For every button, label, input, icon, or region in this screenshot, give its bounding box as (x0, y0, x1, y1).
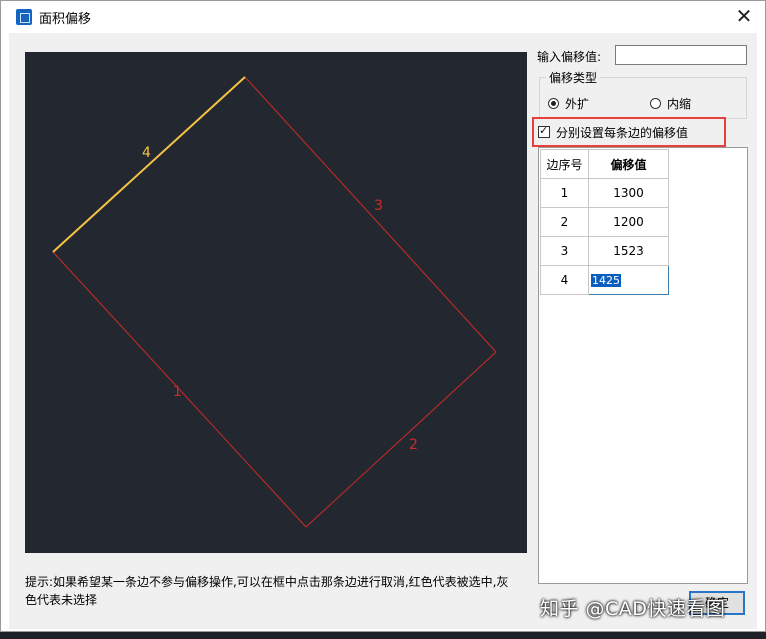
close-icon: ✕ (735, 4, 753, 28)
polygon-preview[interactable]: 1 2 3 4 (25, 52, 527, 553)
edge-label-2: 2 (409, 437, 418, 453)
row-edge-index: 1 (540, 178, 589, 208)
table-row: 4 1425 (540, 265, 669, 295)
radio-expand-label: 外扩 (565, 96, 590, 111)
offset-value-input[interactable] (615, 45, 747, 65)
row-offset-value-editing[interactable]: 1425 (588, 265, 669, 295)
header-edge-index: 边序号 (540, 149, 589, 179)
per-edge-checkbox-label: 分别设置每条边的偏移值 (556, 125, 689, 140)
title-bar: 面积偏移 ✕ (1, 1, 765, 33)
row-edge-index: 3 (540, 236, 589, 266)
edge-label-4: 4 (142, 145, 151, 161)
app-icon (16, 9, 32, 25)
watermark: 知乎 @CAD快速看图 (540, 598, 726, 620)
edge-label-1: 1 (173, 384, 182, 400)
edge-label-3: 3 (374, 198, 383, 214)
close-button[interactable]: ✕ (723, 1, 765, 33)
radio-shrink-indicator (650, 97, 661, 109)
table-row: 3 1523 (540, 236, 669, 266)
edge-3[interactable] (244, 76, 497, 353)
row-edge-index: 4 (540, 265, 589, 295)
radio-expand-indicator (548, 97, 559, 109)
hint-text: 提示:如果希望某一条边不参与偏移操作,可以在框中点击那条边进行取消,红色代表被选… (25, 575, 509, 607)
header-offset-value: 偏移值 (588, 149, 669, 179)
row-offset-value[interactable]: 1523 (588, 236, 669, 266)
per-edge-checkbox[interactable]: 分别设置每条边的偏移值 (532, 117, 726, 147)
offset-type-group: 偏移类型 外扩 内缩 (539, 69, 747, 119)
edge-offset-table: 边序号 偏移值 1 1300 2 1200 3 1523 4 1425 (540, 149, 669, 295)
edge-offset-grid: 边序号 偏移值 1 1300 2 1200 3 1523 4 1425 (538, 147, 748, 584)
offset-type-title: 偏移类型 (546, 69, 601, 86)
radio-shrink[interactable]: 内缩 (650, 95, 691, 111)
selected-text: 1425 (591, 274, 621, 287)
offset-value-label: 输入偏移值: (537, 50, 602, 64)
edge-2[interactable] (305, 351, 497, 528)
table-row: 1 1300 (540, 178, 669, 208)
window-title: 面积偏移 (39, 12, 92, 27)
dialog-body: 1 2 3 4 输入偏移值: 偏移类型 外扩 内缩 分别设置每条边的偏移值 (9, 33, 757, 629)
checkbox-check-icon (538, 124, 550, 138)
dialog-window: 面积偏移 ✕ 1 2 3 4 输入偏移值: 偏移类型 外扩 内缩 ✓ 分别设置每… (0, 0, 766, 632)
radio-expand[interactable]: 外扩 (548, 95, 589, 111)
polygon-svg: 1 2 3 4 (52, 76, 497, 528)
row-offset-value[interactable]: 1300 (588, 178, 669, 208)
row-edge-index: 2 (540, 207, 589, 237)
radio-shrink-label: 内缩 (667, 96, 692, 111)
row-offset-value[interactable]: 1200 (588, 207, 669, 237)
table-header-row: 边序号 偏移值 (540, 149, 669, 179)
table-row: 2 1200 (540, 207, 669, 237)
edge-4[interactable] (52, 76, 246, 253)
